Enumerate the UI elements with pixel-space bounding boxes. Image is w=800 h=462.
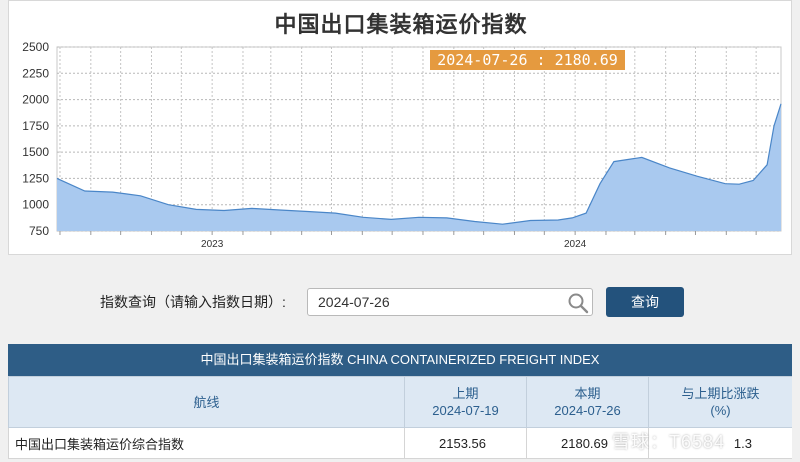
date-input[interactable]: [307, 288, 593, 316]
query-button[interactable]: 查询: [606, 287, 684, 317]
y-tick-label: 750: [29, 224, 49, 238]
col-curr: 本期 2024-07-26: [526, 376, 649, 428]
y-tick-label: 2500: [22, 40, 49, 54]
y-tick-label: 1500: [22, 145, 49, 159]
y-tick-label: 2250: [22, 66, 49, 80]
x-tick-label: 2023: [201, 239, 224, 250]
col-change-label: 与上期比涨跌: [681, 386, 760, 401]
col-change-unit: (%): [710, 403, 731, 418]
y-tick-label: 1750: [22, 119, 49, 133]
col-route-label: 航线: [193, 394, 220, 410]
watermark: 雪球：T6584: [612, 428, 725, 454]
chart-title: 中国出口集装箱运价指数: [274, 12, 528, 37]
col-curr-date: 2024-07-26: [554, 403, 621, 418]
col-prev: 上期 2024-07-19: [404, 376, 527, 428]
table-header-row: 航线 上期 2024-07-19 本期 2024-07-26 与上期比涨跌 (%…: [8, 376, 792, 428]
freight-index-chart: 750 1000 1250 1500 1750 2000 2250 2500 2023 2024: [22, 40, 782, 250]
x-tick-label: 2024: [564, 239, 587, 250]
y-tick-label: 2000: [22, 93, 49, 107]
search-icon[interactable]: [567, 292, 589, 314]
y-tick-label: 1250: [22, 171, 49, 185]
value-tooltip: 2024-07-26 : 2180.69: [430, 50, 625, 70]
y-tick-label: 1000: [22, 198, 49, 212]
watermark-text: 雪球：T6584: [612, 432, 726, 452]
col-prev-date: 2024-07-19: [432, 403, 499, 418]
query-label: 指数查询（请输入指数日期）:: [100, 294, 286, 310]
chart-panel: 750 1000 1250 1500 1750 2000 2250 2500 2023 2024 …: [8, 0, 792, 255]
row-prev: 2153.56: [404, 427, 527, 459]
table-header-bar: 中国出口集装箱运价指数 CHINA CONTAINERIZED FREIGHT …: [8, 344, 792, 376]
col-curr-label: 本期: [574, 386, 601, 401]
col-route: 航线: [8, 376, 405, 428]
row-route: 中国出口集装箱运价综合指数: [8, 427, 405, 459]
col-change: 与上期比涨跌 (%): [648, 376, 792, 428]
col-prev-label: 上期: [452, 386, 479, 401]
